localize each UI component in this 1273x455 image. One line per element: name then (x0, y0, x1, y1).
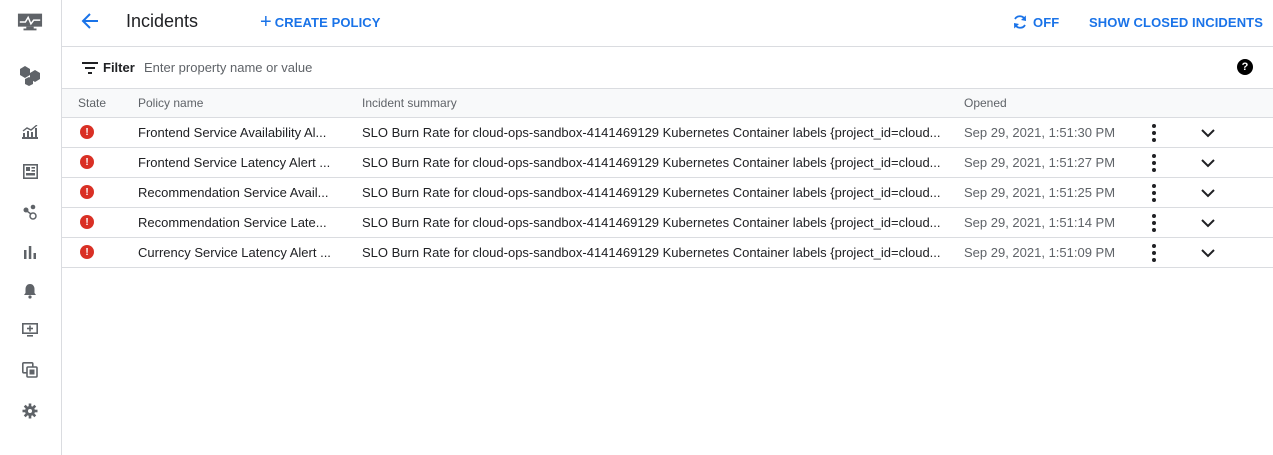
policy-name-cell[interactable]: Recommendation Service Late... (138, 215, 338, 230)
arrow-back-icon (81, 13, 98, 29)
incident-summary-cell[interactable]: SLO Burn Rate for cloud-ops-sandbox-4141… (362, 155, 947, 170)
policy-name-cell[interactable]: Frontend Service Availability Al... (138, 125, 338, 140)
groups-icon[interactable] (17, 359, 43, 381)
table-header: State Policy name Incident summary Opene… (62, 89, 1273, 118)
incident-summary-cell[interactable]: SLO Burn Rate for cloud-ops-sandbox-4141… (362, 125, 947, 140)
filter-icon[interactable] (82, 61, 98, 75)
table-row[interactable]: ! Frontend Service Availability Al... SL… (62, 118, 1273, 148)
error-state-icon: ! (80, 155, 94, 169)
incident-summary-cell[interactable]: SLO Burn Rate for cloud-ops-sandbox-4141… (362, 245, 947, 260)
opened-cell: Sep 29, 2021, 1:51:27 PM (964, 155, 1116, 170)
expand-chevron-icon[interactable] (1198, 123, 1218, 143)
error-state-icon: ! (80, 125, 94, 139)
page-title: Incidents (126, 11, 199, 31)
show-closed-incidents-label: SHOW CLOSED INCIDENTS (1089, 14, 1263, 30)
table-row[interactable]: ! Currency Service Latency Alert ... SLO… (62, 238, 1273, 268)
error-state-icon: ! (80, 245, 94, 259)
create-policy-label: CREATE POLICY (274, 14, 381, 30)
refresh-state-label: OFF (1033, 14, 1060, 30)
charts-icon[interactable] (17, 241, 43, 263)
table-row[interactable]: ! Recommendation Service Avail... SLO Bu… (62, 178, 1273, 208)
incident-summary-cell[interactable]: SLO Burn Rate for cloud-ops-sandbox-4141… (362, 185, 947, 200)
more-vert-icon[interactable] (1144, 123, 1164, 143)
refresh-icon (1014, 15, 1026, 29)
filter-bar: Filter ? (62, 47, 1273, 89)
help-icon[interactable]: ? (1237, 59, 1253, 75)
opened-cell: Sep 29, 2021, 1:51:09 PM (964, 245, 1116, 260)
table-row[interactable]: ! Frontend Service Latency Alert ... SLO… (62, 148, 1273, 178)
expand-chevron-icon[interactable] (1198, 243, 1218, 263)
monitors-icon[interactable] (17, 319, 43, 341)
column-header-state[interactable]: State (78, 96, 106, 110)
filter-label: Filter (103, 60, 135, 75)
dashboards-icon[interactable] (17, 160, 43, 182)
table-row[interactable]: ! Recommendation Service Late... SLO Bur… (62, 208, 1273, 238)
column-header-incident-summary[interactable]: Incident summary (362, 96, 457, 110)
settings-gear-icon[interactable] (17, 400, 43, 422)
opened-cell: Sep 29, 2021, 1:51:25 PM (964, 185, 1116, 200)
show-closed-incidents-button[interactable]: SHOW CLOSED INCIDENTS (1089, 0, 1263, 44)
expand-chevron-icon[interactable] (1198, 183, 1218, 203)
filter-input[interactable] (144, 56, 744, 78)
more-vert-icon[interactable] (1144, 183, 1164, 203)
opened-cell: Sep 29, 2021, 1:51:30 PM (964, 125, 1116, 140)
error-state-icon: ! (80, 215, 94, 229)
expand-chevron-icon[interactable] (1198, 153, 1218, 173)
more-vert-icon[interactable] (1144, 243, 1164, 263)
error-state-icon: ! (80, 185, 94, 199)
auto-refresh-toggle[interactable]: OFF (1012, 0, 1059, 44)
left-nav-rail (0, 0, 62, 455)
uptime-icon[interactable] (17, 201, 43, 223)
page-header: Incidents + CREATE POLICY OFF SHOW CLOSE… (62, 0, 1273, 47)
create-policy-button[interactable]: + CREATE POLICY (260, 0, 381, 44)
monitoring-logo-icon[interactable] (17, 11, 43, 33)
metrics-explorer-icon[interactable] (17, 121, 43, 143)
services-icon[interactable] (17, 63, 43, 86)
incident-summary-cell[interactable]: SLO Burn Rate for cloud-ops-sandbox-4141… (362, 215, 947, 230)
policy-name-cell[interactable]: Recommendation Service Avail... (138, 185, 338, 200)
incidents-table: State Policy name Incident summary Opene… (62, 89, 1273, 268)
more-vert-icon[interactable] (1144, 213, 1164, 233)
expand-chevron-icon[interactable] (1198, 213, 1218, 233)
column-header-policy-name[interactable]: Policy name (138, 96, 203, 110)
back-button[interactable] (78, 9, 102, 33)
column-header-opened[interactable]: Opened (964, 96, 1007, 110)
opened-cell: Sep 29, 2021, 1:51:14 PM (964, 215, 1116, 230)
policy-name-cell[interactable]: Currency Service Latency Alert ... (138, 245, 338, 260)
more-vert-icon[interactable] (1144, 153, 1164, 173)
alerting-bell-icon[interactable] (17, 280, 43, 302)
plus-icon: + (260, 11, 272, 33)
policy-name-cell[interactable]: Frontend Service Latency Alert ... (138, 155, 338, 170)
